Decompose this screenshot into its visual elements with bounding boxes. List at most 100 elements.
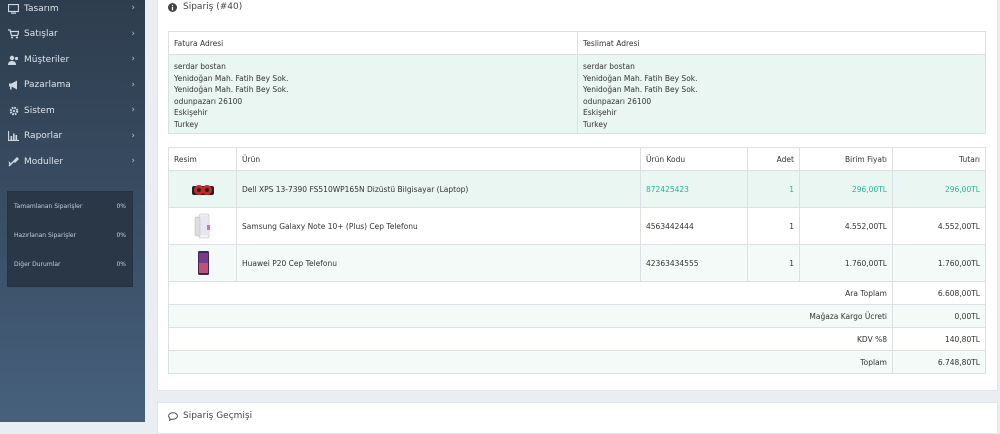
chevron-right-icon: › xyxy=(131,130,135,141)
address-line: Yenidoğan Mah. Fatih Bey Sok. xyxy=(174,85,289,95)
bar-chart-icon xyxy=(8,131,19,142)
puzzle-icon xyxy=(8,156,19,167)
shipping-address-header: Teslimat Adresi xyxy=(577,31,986,55)
col-product: Ürün xyxy=(236,147,641,171)
product-unit-price: 296,00TL xyxy=(799,170,893,208)
sidebar-item-sistem[interactable]: Sistem › xyxy=(0,98,145,124)
summary-row: KDV %8 140,80TL xyxy=(168,327,986,351)
col-unit-price: Birim Fiyatı xyxy=(799,147,893,171)
summary-label: Toplam xyxy=(168,350,893,374)
summary-label: Ara Toplam xyxy=(168,281,893,305)
bullhorn-icon xyxy=(8,80,19,91)
sidebar-item-label: Satışlar xyxy=(24,29,58,40)
sidebar-item-pazarlama[interactable]: Pazarlama › xyxy=(0,73,145,99)
chevron-right-icon: › xyxy=(131,79,135,90)
address-table: Fatura Adresi Teslimat Adresi serdar bos… xyxy=(168,31,986,134)
summary-value: 140,80TL xyxy=(892,327,986,351)
order-stats-box: Tamamlanan Siparişler 0% Hazırlanan Sipa… xyxy=(7,191,133,287)
stat-label: Hazırlanan Siparişler xyxy=(14,232,77,239)
product-code: 872425423 xyxy=(640,170,748,208)
stat-value: 0% xyxy=(116,232,126,239)
stat-label: Tamamlanan Siparişler xyxy=(14,203,83,210)
sidebar-item-label: Moduller xyxy=(24,156,63,167)
cart-icon xyxy=(8,29,19,40)
col-qty: Adet xyxy=(747,147,800,171)
chevron-right-icon: › xyxy=(131,3,135,13)
products-table: Resim Ürün Ürün Kodu Adet Birim Fiyatı T… xyxy=(168,147,986,374)
sidebar-item-label: Sistem xyxy=(24,105,55,116)
sidebar-item-label: Raporlar xyxy=(24,131,63,142)
sidebar-item-raporlar[interactable]: Raporlar › xyxy=(0,124,145,150)
product-image-laptop[interactable] xyxy=(190,176,216,202)
address-country: Turkey xyxy=(174,119,199,129)
product-code: 4563442444 xyxy=(640,207,748,245)
chevron-right-icon: › xyxy=(131,28,135,39)
address-line: Yenidoğan Mah. Fatih Bey Sok. xyxy=(583,73,698,83)
gear-icon xyxy=(8,105,19,116)
product-unit-price: 4.552,00TL xyxy=(799,207,893,245)
summary-row: Ara Toplam 6.608,00TL xyxy=(168,281,986,305)
product-total: 296,00TL xyxy=(892,170,986,208)
chevron-right-icon: › xyxy=(131,54,135,64)
comment-icon xyxy=(168,411,178,421)
product-code: 42363434555 xyxy=(640,244,748,282)
sidebar-item-label: Pazarlama xyxy=(24,80,71,91)
billing-address-header: Fatura Adresi xyxy=(168,31,578,55)
summary-value: 6.608,00TL xyxy=(892,281,986,305)
address-region: Eskişehir xyxy=(174,108,208,118)
summary-row: Toplam 6.748,80TL xyxy=(168,350,986,374)
product-total: 4.552,00TL xyxy=(892,207,986,245)
summary-label: KDV %8 xyxy=(168,327,893,351)
history-title: Sipariş Geçmişi xyxy=(183,411,253,421)
address-country: Turkey xyxy=(583,119,608,129)
sidebar-item-label: Tasarım xyxy=(24,3,59,14)
shipping-address: serdar bostan Yenidoğan Mah. Fatih Bey S… xyxy=(577,54,986,134)
product-name[interactable]: Huawei P20 Cep Telefonu xyxy=(236,244,641,282)
table-row: Huawei P20 Cep Telefonu 42363434555 1 1.… xyxy=(168,244,986,282)
address-name: serdar bostan xyxy=(174,62,226,71)
sidebar: Tasarım › Satışlar › Müşteriler › Pazarl… xyxy=(0,0,145,422)
product-image-phone[interactable] xyxy=(190,250,216,276)
product-name[interactable]: Dell XPS 13-7390 FS510WP165N Dizüstü Bil… xyxy=(236,170,641,208)
col-total: Tutarı xyxy=(892,147,986,171)
users-icon xyxy=(8,54,19,65)
order-panel-header: Sipariş (#40) xyxy=(158,0,997,16)
col-code: Ürün Kodu xyxy=(640,147,748,171)
stat-row: Hazırlanan Siparişler 0% xyxy=(8,221,132,250)
address-city: odunpazarı 26100 xyxy=(583,96,652,106)
chevron-right-icon: › xyxy=(131,105,135,115)
info-icon xyxy=(168,2,177,12)
page-title: Sipariş (#40) xyxy=(183,2,243,12)
product-total: 1.760,00TL xyxy=(892,244,986,282)
address-region: Eskişehir xyxy=(583,108,617,118)
chevron-right-icon: › xyxy=(131,156,135,166)
product-image-phone[interactable] xyxy=(190,213,216,239)
product-unit-price: 1.760,00TL xyxy=(799,244,893,282)
order-panel: Sipariş (#40) Fatura Adresi Teslimat Adr… xyxy=(157,0,998,391)
product-qty: 1 xyxy=(747,244,800,282)
history-panel: Sipariş Geçmişi xyxy=(157,402,998,434)
summary-label: Mağaza Kargo Ücreti xyxy=(168,304,893,328)
billing-address: serdar bostan Yenidoğan Mah. Fatih Bey S… xyxy=(168,54,578,134)
table-row: Dell XPS 13-7390 FS510WP165N Dizüstü Bil… xyxy=(168,170,986,208)
product-qty: 1 xyxy=(747,170,800,208)
table-row: Samsung Galaxy Note 10+ (Plus) Cep Telef… xyxy=(168,207,986,245)
monitor-icon xyxy=(8,3,19,14)
summary-value: 0,00TL xyxy=(892,304,986,328)
stat-label: Diğer Durumlar xyxy=(14,261,61,268)
product-qty: 1 xyxy=(747,207,800,245)
sidebar-item-tasarim[interactable]: Tasarım › xyxy=(0,0,145,22)
stat-value: 0% xyxy=(116,261,126,268)
summary-value: 6.748,80TL xyxy=(892,350,986,374)
stat-row: Diğer Durumlar 0% xyxy=(8,250,132,279)
sidebar-item-moduller[interactable]: Moduller › xyxy=(0,149,145,175)
sidebar-item-musteriler[interactable]: Müşteriler › xyxy=(0,47,145,73)
summary-row: Mağaza Kargo Ücreti 0,00TL xyxy=(168,304,986,328)
address-line: Yenidoğan Mah. Fatih Bey Sok. xyxy=(174,73,289,83)
product-name[interactable]: Samsung Galaxy Note 10+ (Plus) Cep Telef… xyxy=(236,207,641,245)
history-panel-header[interactable]: Sipariş Geçmişi xyxy=(158,407,997,425)
address-name: serdar bostan xyxy=(583,62,635,71)
sidebar-item-label: Müşteriler xyxy=(24,54,70,65)
col-image: Resim xyxy=(168,147,237,171)
sidebar-item-satislar[interactable]: Satışlar › xyxy=(0,22,145,48)
